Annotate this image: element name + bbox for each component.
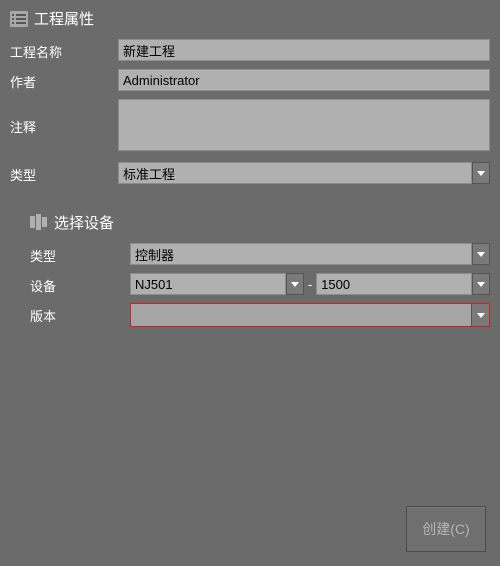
- create-button-label: 创建(C): [422, 519, 469, 539]
- device-model-select[interactable]: NJ501: [130, 273, 304, 295]
- comment-label: 注释: [10, 99, 118, 136]
- device-label: 设备: [30, 273, 130, 295]
- device-type-dropdown-button[interactable]: [472, 243, 490, 265]
- select-device-header: 选择设备: [30, 212, 490, 233]
- project-name-input[interactable]: [118, 39, 490, 61]
- list-icon: [10, 11, 28, 27]
- chevron-down-icon: [477, 171, 485, 176]
- version-select[interactable]: [130, 303, 490, 327]
- controllers-icon: [30, 214, 48, 232]
- chevron-down-icon: [477, 282, 485, 287]
- create-button[interactable]: 创建(C): [406, 506, 486, 552]
- device-model-value: NJ501: [130, 273, 286, 295]
- author-label: 作者: [10, 69, 118, 91]
- comment-textarea[interactable]: [118, 99, 490, 151]
- chevron-down-icon: [291, 282, 299, 287]
- device-type-value: 控制器: [130, 243, 472, 265]
- project-type-label: 类型: [10, 162, 118, 184]
- device-model-dropdown-button[interactable]: [286, 273, 304, 295]
- project-type-select[interactable]: 标准工程: [118, 162, 490, 184]
- device-type-label: 类型: [30, 243, 130, 265]
- version-label: 版本: [30, 303, 130, 325]
- project-properties-header: 工程属性: [10, 8, 490, 29]
- project-name-label: 工程名称: [10, 39, 118, 61]
- author-input[interactable]: [118, 69, 490, 91]
- project-properties-title: 工程属性: [34, 8, 94, 29]
- device-code-value: 1500: [316, 273, 472, 295]
- project-type-dropdown-button[interactable]: [472, 162, 490, 184]
- device-type-select[interactable]: 控制器: [130, 243, 490, 265]
- device-separator: -: [304, 277, 316, 292]
- project-type-value: 标准工程: [118, 162, 472, 184]
- chevron-down-icon: [477, 313, 485, 318]
- device-code-dropdown-button[interactable]: [472, 273, 490, 295]
- select-device-title: 选择设备: [54, 212, 114, 233]
- chevron-down-icon: [477, 252, 485, 257]
- device-code-select[interactable]: 1500: [316, 273, 490, 295]
- version-dropdown-button[interactable]: [471, 304, 489, 326]
- version-value: [131, 304, 471, 326]
